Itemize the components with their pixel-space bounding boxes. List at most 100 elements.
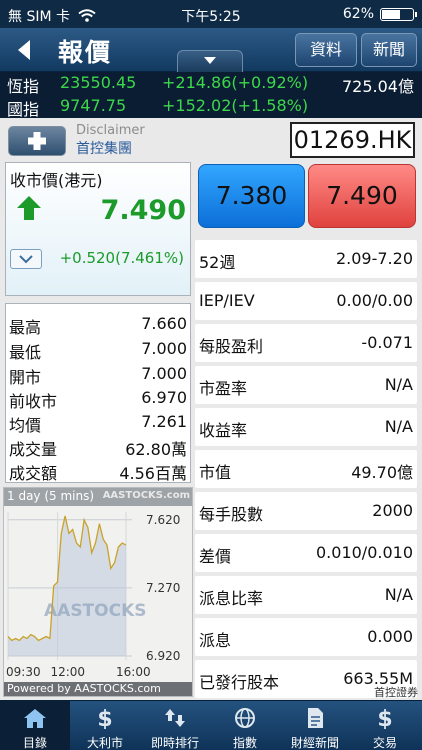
quote-dropdown-toggle[interactable]: [177, 50, 243, 72]
chart-y-tick-label: 6.920: [146, 649, 180, 663]
info-row: 派息比率 N/A: [195, 576, 417, 614]
info-value: 49.70億: [351, 463, 413, 482]
info-value: N/A: [384, 417, 413, 436]
chart-watermark: AASTOCKS: [44, 601, 147, 621]
stock-name: 首控集團: [76, 141, 132, 157]
tab-label: 指數: [232, 736, 257, 750]
stat-row: 成交額 4.56百萬: [6, 458, 190, 483]
chart-plot: AASTOCKS 7.620 7.270 6.920 09:30 12:00 16:00: [6, 512, 180, 679]
stat-row: 開市 7.000: [6, 362, 190, 387]
tab-label: 交易: [372, 736, 397, 750]
chart-x-tick-label: 12:00: [50, 665, 85, 679]
info-label: 每股盈利: [199, 337, 264, 356]
broker-note: 首控證券: [374, 686, 418, 699]
price-change: +0.520(7.461%): [59, 249, 184, 267]
bid-button[interactable]: 7.380: [198, 164, 305, 228]
info-value: 2.09-7.20: [335, 249, 413, 268]
stat-label: 成交量: [9, 440, 58, 459]
tab-index[interactable]: 指數: [210, 701, 280, 750]
chart-x-tick-label: 16:00: [116, 665, 151, 679]
index-row: 恆指 23550.45 +214.86(+0.92%) 725.04億: [0, 73, 422, 96]
stat-value: 7.000: [141, 364, 187, 383]
info-value: 0.00/0.00: [336, 291, 413, 310]
chart-area: [8, 515, 126, 656]
info-row: 市盈率 N/A: [195, 366, 417, 404]
index-turnover: 725.04億: [342, 77, 414, 96]
status-bar: 無 SIM 卡 下午5:25 62%: [0, 0, 422, 28]
battery-icon: [380, 8, 417, 21]
tab-label: 即時排行: [150, 736, 199, 750]
info-label: IEP/IEV: [199, 291, 255, 310]
tab-label: 財經新聞: [290, 736, 339, 750]
screen: 無 SIM 卡 下午5:25 62% 報價 資料 新聞 恆指 23550.45 …: [0, 0, 422, 750]
page-title: 報價: [58, 38, 113, 67]
stats-panel: 最高 7.660 最低 7.000 開市 7.000 前收市 6.970 均價 7.261…: [5, 303, 191, 483]
chevron-down-icon: [19, 255, 33, 264]
info-label: 每手股數: [199, 505, 264, 524]
info-label: 52週: [199, 253, 236, 272]
stat-value: 62.80萬: [125, 440, 187, 459]
stat-value: 7.261: [141, 412, 187, 431]
chart-period-label: 1 day (5 mins): [7, 489, 95, 503]
chart-y-tick-label: 7.620: [146, 513, 180, 527]
info-row: 派息 0.000: [195, 618, 417, 656]
chart-x-tick-label: 09:30: [6, 665, 41, 679]
tab-label: 大利市: [86, 736, 123, 750]
info-row: IEP/IEV 0.00/0.00: [195, 282, 417, 320]
stat-label: 均價: [9, 416, 42, 435]
index-name: 恆指: [7, 77, 40, 96]
tab-ranking[interactable]: 即時排行: [140, 701, 210, 750]
chart-credit: Powered by AASTOCKS.com: [7, 682, 161, 695]
stat-value: 7.660: [141, 314, 187, 333]
info-label: 派息比率: [199, 589, 264, 608]
info-value: 0.010/0.010: [316, 543, 413, 562]
globe-icon: [235, 708, 255, 728]
back-arrow-icon[interactable]: [10, 36, 40, 64]
info-value: N/A: [384, 585, 413, 604]
info-row: 市值 49.70億: [195, 450, 417, 488]
info-row: 差價 0.010/0.010: [195, 534, 417, 572]
info-button[interactable]: 資料: [295, 33, 357, 67]
info-label: 差價: [199, 547, 232, 566]
info-value: 0.000: [367, 627, 413, 646]
dollar-trade-icon: $: [377, 707, 392, 729]
info-row: 收益率 N/A: [195, 408, 417, 446]
index-ticker[interactable]: 恆指 23550.45 +214.86(+0.92%) 725.04億 國指 9…: [0, 72, 422, 119]
plus-icon: [28, 132, 46, 150]
index-row: 國指 9747.75 +152.02(+1.58%): [0, 96, 422, 119]
tab-bar: 目錄 $ 大利市 即時排行 指數 財經新聞 $ 交易: [0, 700, 422, 750]
info-value: 2000: [372, 501, 413, 520]
info-value: -0.071: [361, 333, 413, 352]
tab-quote[interactable]: $ 大利市: [70, 701, 140, 750]
add-watchlist-button[interactable]: [8, 126, 66, 156]
ask-button[interactable]: 7.490: [308, 164, 416, 228]
chart-y-tick-label: 7.270: [146, 581, 180, 595]
disclaimer-link[interactable]: Disclaimer: [76, 123, 145, 138]
tab-menu[interactable]: 目錄: [0, 701, 70, 750]
svg-text:$: $: [377, 707, 392, 729]
stock-code-input[interactable]: 01269.HK: [290, 122, 415, 158]
document-icon: [308, 708, 323, 728]
stat-label: 開市: [9, 368, 42, 387]
chart-brand: AASTOCKS.com: [102, 490, 190, 501]
info-row: 52週 2.09-7.20: [195, 240, 417, 278]
up-arrow-icon: [17, 196, 41, 220]
index-value: 9747.75: [60, 96, 127, 115]
stat-row: 成交量 62.80萬: [6, 434, 190, 459]
expand-button[interactable]: [10, 249, 42, 269]
info-label: 市盈率: [199, 379, 248, 398]
news-button[interactable]: 新聞: [361, 33, 417, 67]
last-price: 7.490: [100, 195, 186, 226]
stat-value: 4.56百萬: [119, 464, 187, 483]
tab-news[interactable]: 財經新聞: [280, 701, 350, 750]
info-panel: 52週 2.09-7.20 IEP/IEV 0.00/0.00 每股盈利 -0.071…: [195, 240, 417, 700]
info-row: 每股盈利 -0.071: [195, 324, 417, 362]
battery-fill: [382, 10, 400, 19]
intraday-chart[interactable]: AASTOCKS 7.620 7.270 6.920 09:30 12:00 16:00 1…: [3, 487, 193, 697]
info-label: 市值: [199, 463, 232, 482]
dollar-icon: $: [97, 707, 112, 729]
stat-value: 6.970: [141, 388, 187, 407]
index-name: 國指: [7, 100, 40, 119]
tab-trade[interactable]: $ 交易: [350, 701, 420, 750]
stat-row: 前收市 6.970: [6, 386, 190, 411]
